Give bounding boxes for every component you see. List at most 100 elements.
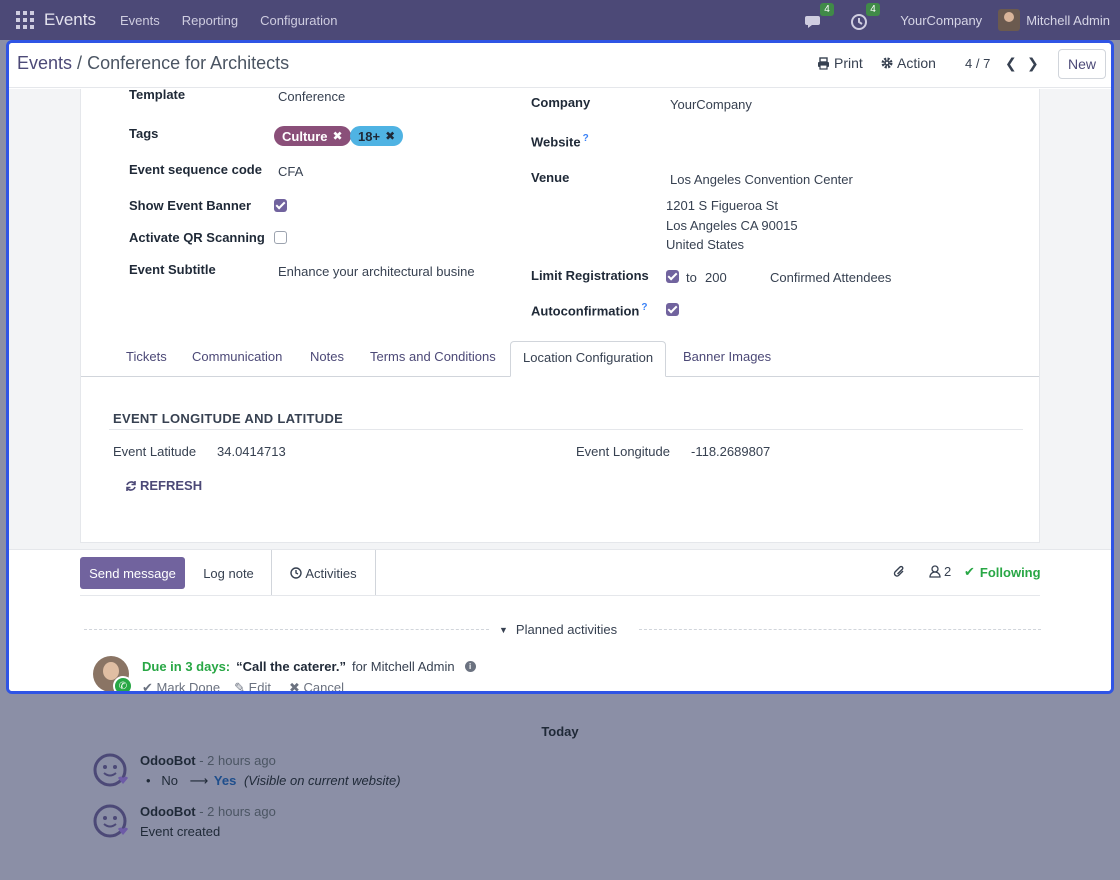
activities-systray[interactable]: 4 xyxy=(850,3,880,31)
notebook-tabs: Tickets Communication Notes Terms and Co… xyxy=(81,341,1039,377)
refresh-icon xyxy=(126,480,136,491)
send-message-button[interactable]: Send message xyxy=(80,557,185,589)
print-icon xyxy=(818,56,829,70)
banner-label: Show Event Banner xyxy=(129,198,252,213)
apps-menu-icon[interactable] xyxy=(16,11,34,29)
subtitle-field[interactable]: Enhance your architectural busine xyxy=(278,264,476,279)
limit-to-text: to xyxy=(686,270,697,285)
check-icon: ✔ xyxy=(964,564,975,579)
tag-18plus: 18+ ✖ xyxy=(350,126,404,146)
activity-due: Due in 3 days: xyxy=(142,659,231,674)
message-author: OdooBot - 2 hours ago xyxy=(140,753,276,768)
breadcrumb-separator: / xyxy=(77,53,83,73)
section-title: EVENT LONGITUDE AND LATITUDE xyxy=(113,411,344,426)
autoconf-label: Autoconfirmation? xyxy=(531,302,648,319)
sequence-label: Event sequence code xyxy=(129,162,262,177)
clock-icon xyxy=(851,14,868,30)
mark-done-button[interactable]: ✔ Mark Done xyxy=(142,680,220,694)
action-button[interactable]: Action xyxy=(881,55,936,71)
activities-button[interactable]: Activities xyxy=(271,550,376,596)
qr-checkbox[interactable] xyxy=(274,231,287,244)
change-note: (Visible on current website) xyxy=(243,773,401,788)
tracking-change: • No ⟶ Yes (Visible on current website) xyxy=(146,773,401,789)
cancel-button[interactable]: ✖ Cancel xyxy=(289,680,344,691)
following-button[interactable]: ✔ Following xyxy=(964,564,1041,580)
message-body: Event created xyxy=(140,824,221,839)
pager-value[interactable]: 4 / 7 xyxy=(965,56,990,71)
print-label: Print xyxy=(834,55,863,71)
print-button[interactable]: Print xyxy=(817,55,863,71)
menu-configuration[interactable]: Configuration xyxy=(260,13,337,28)
planned-activities-toggle[interactable]: ▼ Planned activities xyxy=(499,622,617,637)
pager-next-icon[interactable]: ❯ xyxy=(1027,55,1039,72)
breadcrumb: Events / Conference for Architects xyxy=(17,53,289,74)
dashed-divider xyxy=(639,629,1041,630)
limit-seats-field[interactable]: 200 xyxy=(705,270,727,285)
arrow-right-icon: ⟶ xyxy=(189,773,209,788)
tag-culture: Culture ✖ xyxy=(274,126,351,146)
tag-culture-label: Culture xyxy=(282,128,328,144)
caret-down-icon: ▼ xyxy=(499,624,508,635)
log-note-button[interactable]: Log note xyxy=(185,550,272,596)
company-field[interactable]: YourCompany xyxy=(670,97,752,112)
activity-title: “Call the caterer.” xyxy=(236,659,346,674)
odoobot-avatar xyxy=(93,753,128,787)
help-icon[interactable]: ? xyxy=(583,133,589,144)
qr-label: Activate QR Scanning xyxy=(129,230,265,245)
tab-notes[interactable]: Notes xyxy=(310,349,344,364)
followers-count: 2 xyxy=(944,564,952,579)
limit-checkbox[interactable] xyxy=(666,270,679,283)
pager-previous-icon[interactable]: ❮ xyxy=(1005,55,1017,72)
following-label: Following xyxy=(979,564,1041,580)
breadcrumb-events[interactable]: Events xyxy=(17,53,72,73)
bullet: • xyxy=(146,773,158,788)
clock-icon xyxy=(290,567,303,579)
tab-tickets[interactable]: Tickets xyxy=(126,349,167,364)
user-avatar[interactable] xyxy=(998,9,1021,31)
tags-label: Tags xyxy=(129,126,159,141)
edit-button[interactable]: ✎ Edit xyxy=(234,680,271,691)
banner-checkbox[interactable] xyxy=(274,199,287,212)
form-sheet: Template Conference Tags Culture ✖ 18+ ✖… xyxy=(80,87,1040,543)
attachment-icon[interactable] xyxy=(892,564,906,579)
tab-terms[interactable]: Terms and Conditions xyxy=(370,349,496,364)
autoconf-checkbox[interactable] xyxy=(666,303,679,316)
old-value: No xyxy=(161,773,179,788)
messages-systray[interactable]: 4 xyxy=(804,3,834,31)
remove-tag-icon[interactable]: ✖ xyxy=(385,129,395,143)
menu-reporting[interactable]: Reporting xyxy=(182,13,238,28)
longitude-field[interactable]: -118.2689807 xyxy=(691,444,770,459)
dashed-divider xyxy=(84,629,489,630)
refresh-button[interactable]: REFRESH xyxy=(125,478,202,493)
sequence-field[interactable]: CFA xyxy=(278,164,303,179)
company-switcher[interactable]: YourCompany xyxy=(900,13,982,28)
venue-address-line1: 1201 S Figueroa St xyxy=(666,198,779,213)
breadcrumb-current: Conference for Architects xyxy=(87,53,290,73)
tab-communication[interactable]: Communication xyxy=(192,349,282,364)
tab-location-configuration[interactable]: Location Configuration xyxy=(510,341,667,377)
messages-badge: 4 xyxy=(820,3,834,16)
remove-tag-icon[interactable]: ✖ xyxy=(333,129,343,143)
company-label: Company xyxy=(531,95,591,110)
limit-unit-select[interactable]: Confirmed Attendees xyxy=(770,270,891,285)
activity-actions: ✔ Mark Done ✎ Edit ✖ Cancel xyxy=(142,680,344,694)
venue-field[interactable]: Los Angeles Convention Center xyxy=(670,172,853,187)
app-brand[interactable]: Events xyxy=(44,10,96,30)
tab-banner-images[interactable]: Banner Images xyxy=(683,349,771,364)
menu-events[interactable]: Events xyxy=(120,13,160,28)
new-button[interactable]: New xyxy=(1058,49,1106,79)
check-icon: ✔ xyxy=(142,680,157,694)
followers-button[interactable]: 2 xyxy=(929,564,951,579)
activities-label: Activities xyxy=(305,565,357,581)
latitude-field[interactable]: 34.0414713 xyxy=(217,444,286,459)
template-field[interactable]: Conference xyxy=(278,89,345,104)
user-menu[interactable]: Mitchell Admin xyxy=(1026,13,1110,28)
help-icon[interactable]: ? xyxy=(641,302,647,313)
info-icon[interactable]: i xyxy=(464,661,476,672)
section-divider xyxy=(109,429,1023,430)
message-time: - 2 hours ago xyxy=(199,753,276,768)
planned-activities-header[interactable]: ▼ Planned activities xyxy=(9,620,1111,640)
website-label: Website? xyxy=(531,133,589,150)
top-navbar: Events Events Reporting Configuration 4 … xyxy=(0,0,1120,40)
chatter: Send message Log note Activities 2 ✔ Fol… xyxy=(9,549,1111,691)
